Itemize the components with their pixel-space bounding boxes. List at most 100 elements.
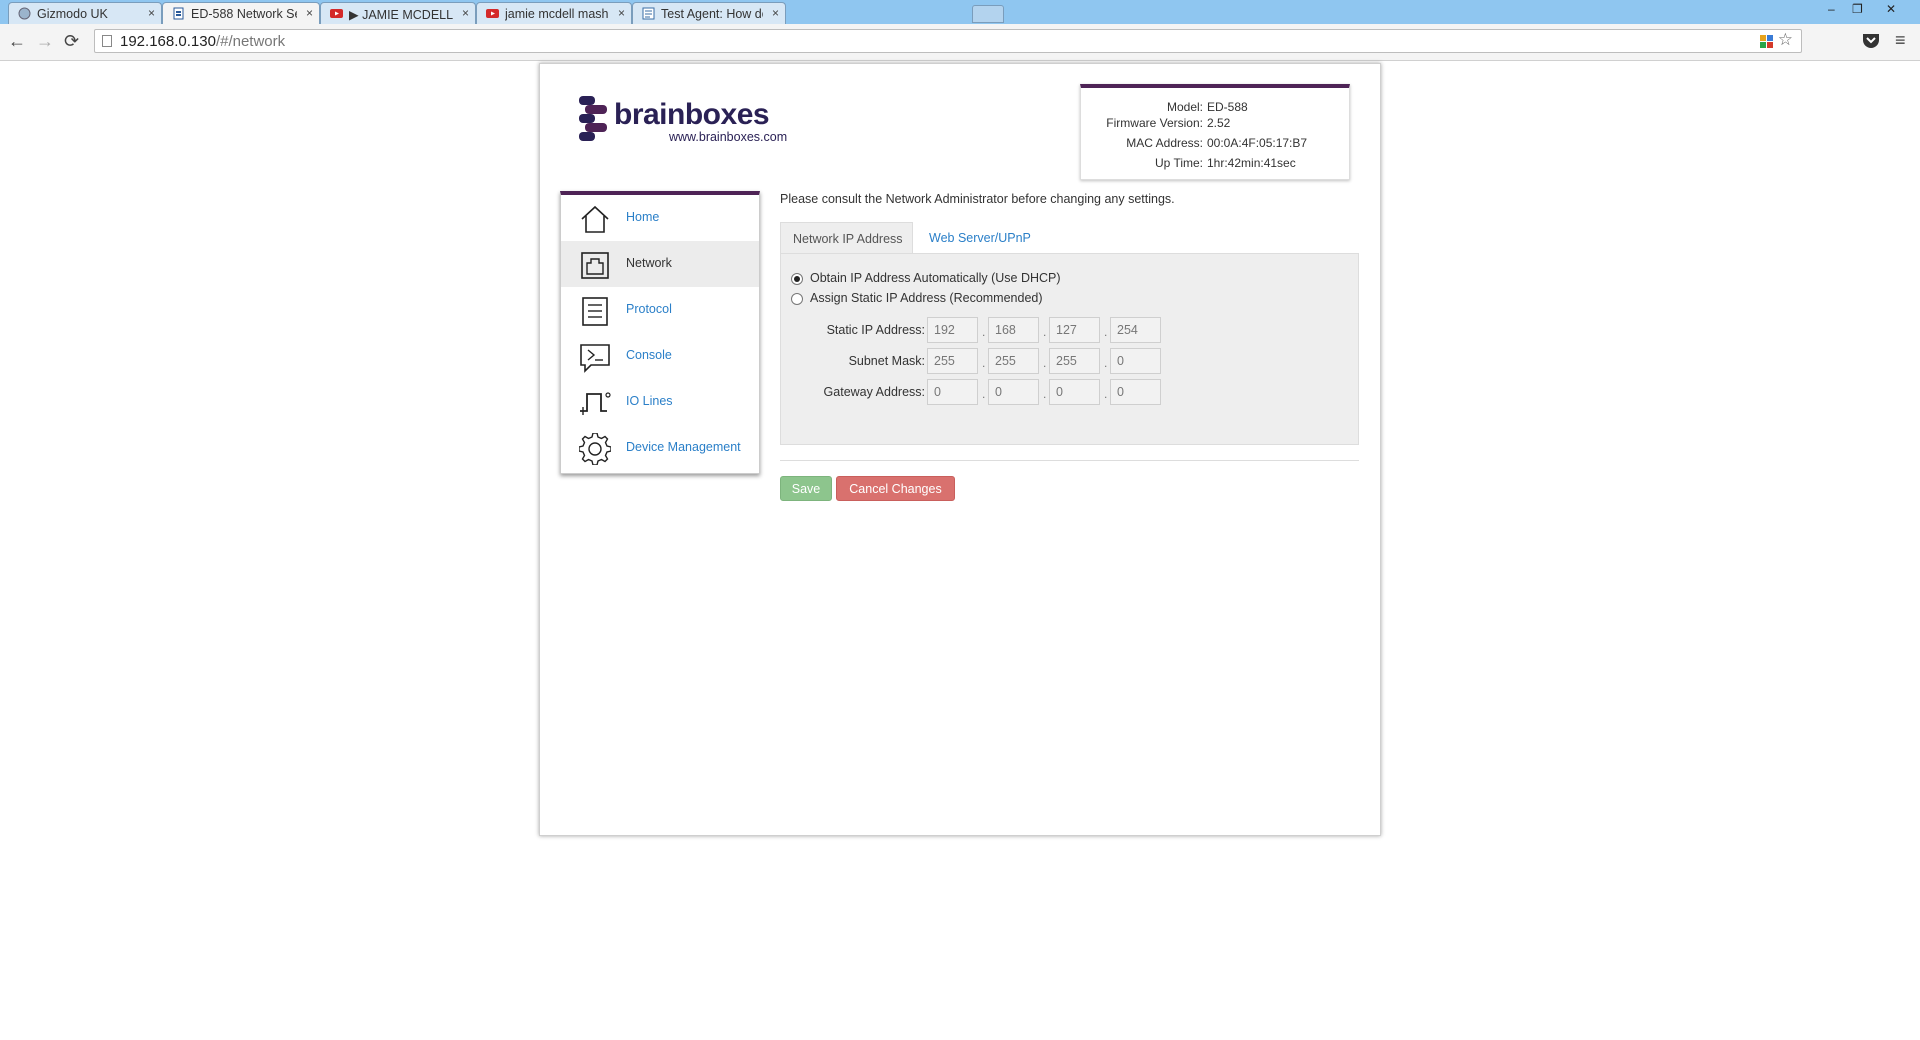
gizmodo-favicon	[18, 7, 31, 20]
browser-tab-youtube-2[interactable]: jamie mcdell mashup - Yc ×	[476, 2, 632, 24]
cancel-changes-button[interactable]: Cancel Changes	[836, 476, 955, 501]
static-ip-octet-2[interactable]	[988, 317, 1039, 343]
tab-close-icon[interactable]: ×	[462, 6, 469, 20]
browser-tab-title: jamie mcdell mashup - Yc	[505, 7, 609, 21]
subnet-octet-3[interactable]	[1049, 348, 1100, 374]
tab-close-icon[interactable]: ×	[306, 6, 313, 20]
browser-tab-test-agent[interactable]: Test Agent: How do not g ×	[632, 2, 786, 24]
info-value: 2.52	[1207, 116, 1231, 130]
sidebar-item-io-lines[interactable]: IO Lines	[561, 379, 759, 425]
gateway-octet-1[interactable]	[927, 379, 978, 405]
pocket-icon[interactable]	[1862, 33, 1880, 49]
brainboxes-logo: brainboxes www.brainboxes.com	[577, 96, 807, 146]
info-value: 00:0A:4F:05:17:B7	[1207, 136, 1308, 150]
info-label: MAC Address:	[1126, 136, 1203, 150]
sidebar-item-label: Home	[626, 210, 660, 224]
logo-wordmark: brainboxes	[614, 98, 770, 131]
tab-close-icon[interactable]: ×	[772, 6, 779, 20]
page-frame: brainboxes www.brainboxes.com Model: ED-…	[539, 63, 1381, 836]
browser-tab-gizmodo[interactable]: Gizmodo UK ×	[8, 2, 162, 24]
device-info-panel: Model: ED-588 Firmware Version: 2.52 MAC…	[1080, 84, 1350, 180]
gateway-octet-3[interactable]	[1049, 379, 1100, 405]
dhcp-radio[interactable]	[791, 273, 803, 285]
extension-icon[interactable]	[1760, 35, 1773, 48]
octet-separator: .	[1104, 325, 1108, 339]
sidebar-item-label: Console	[626, 348, 672, 362]
static-radio[interactable]	[791, 293, 803, 305]
octet-separator: .	[982, 325, 986, 339]
octet-separator: .	[1104, 387, 1108, 401]
divider	[780, 460, 1359, 461]
sidebar-nav: Home Network Protocol Console IO Lines D…	[560, 191, 760, 474]
browser-tab-title: ▶ JAMIE MCDELL - 1D, Ta	[349, 8, 453, 22]
home-icon	[581, 205, 609, 233]
minimize-icon[interactable]: –	[1828, 2, 1835, 16]
new-tab-button[interactable]	[972, 5, 1004, 23]
subnet-octet-4[interactable]	[1110, 348, 1161, 374]
info-row-uptime: Up Time: 1hr:42min:41sec	[1081, 156, 1351, 174]
info-value: ED-588	[1207, 100, 1248, 114]
octet-separator: .	[982, 387, 986, 401]
browser-tab-bar: Gizmodo UK × ED-588 Network Settings × ▶…	[0, 0, 1920, 25]
close-window-icon[interactable]: ✕	[1886, 2, 1896, 16]
subnet-mask-label: Subnet Mask:	[848, 354, 925, 368]
subnet-octet-1[interactable]	[927, 348, 978, 374]
forward-icon[interactable]: →	[36, 31, 54, 52]
sidebar-item-label: IO Lines	[626, 394, 673, 408]
info-row-mac: MAC Address: 00:0A:4F:05:17:B7	[1081, 136, 1351, 154]
sidebar-item-label: Device Management	[626, 440, 741, 454]
info-row-firmware: Firmware Version: 2.52	[1081, 116, 1351, 134]
browser-tab-title: Gizmodo UK	[37, 7, 108, 21]
octet-separator: .	[1043, 387, 1047, 401]
document-favicon	[642, 7, 655, 20]
menu-icon[interactable]: ≡	[1895, 30, 1906, 51]
gear-icon	[579, 433, 611, 465]
static-ip-label: Static IP Address:	[826, 323, 925, 337]
static-ip-octet-3[interactable]	[1049, 317, 1100, 343]
info-label: Model:	[1166, 100, 1203, 114]
gateway-label: Gateway Address:	[823, 385, 925, 399]
sidebar-item-protocol[interactable]: Protocol	[561, 287, 759, 333]
gateway-octet-4[interactable]	[1110, 379, 1161, 405]
gateway-octet-2[interactable]	[988, 379, 1039, 405]
sidebar-item-home[interactable]: Home	[561, 195, 759, 241]
page-icon	[102, 35, 112, 47]
tab-network-ip-address[interactable]: Network IP Address	[780, 222, 913, 254]
static-ip-octet-1[interactable]	[927, 317, 978, 343]
octet-separator: .	[1043, 356, 1047, 370]
io-lines-icon	[580, 392, 611, 415]
bookmark-star-icon[interactable]: ☆	[1778, 30, 1793, 50]
sidebar-item-label: Network	[626, 256, 672, 270]
console-icon	[580, 344, 610, 373]
tab-close-icon[interactable]: ×	[618, 6, 625, 20]
browser-tab-title: Test Agent: How do not g	[661, 7, 763, 21]
octet-separator: .	[982, 356, 986, 370]
tab-close-icon[interactable]: ×	[148, 6, 155, 20]
address-bar[interactable]: 192.168.0.130/#/network ☆	[94, 29, 1802, 53]
network-ip-panel: Obtain IP Address Automatically (Use DHC…	[780, 253, 1359, 445]
protocol-icon	[582, 297, 608, 326]
back-icon[interactable]: ←	[8, 31, 26, 52]
admin-notice: Please consult the Network Administrator…	[780, 192, 1175, 206]
info-label: Up Time:	[1154, 156, 1203, 170]
browser-tab-ed588[interactable]: ED-588 Network Settings ×	[162, 2, 320, 25]
sidebar-item-device-management[interactable]: Device Management	[561, 425, 759, 471]
sidebar-item-network[interactable]: Network	[561, 241, 759, 287]
youtube-favicon	[330, 9, 343, 18]
browser-tab-youtube-1[interactable]: ▶ JAMIE MCDELL - 1D, Ta ×	[320, 2, 476, 24]
static-ip-octet-4[interactable]	[1110, 317, 1161, 343]
subnet-octet-2[interactable]	[988, 348, 1039, 374]
save-button[interactable]: Save	[780, 476, 832, 501]
restore-icon[interactable]: ❐	[1852, 2, 1863, 16]
url-text: 192.168.0.130/#/network	[120, 33, 286, 50]
gateway-row: Gateway Address: . . .	[781, 379, 1360, 407]
info-value: 1hr:42min:41sec	[1207, 156, 1296, 170]
subnet-mask-row: Subnet Mask: . . .	[781, 348, 1360, 376]
reload-icon[interactable]: ⟳	[64, 31, 79, 52]
tab-web-server-upnp[interactable]: Web Server/UPnP	[917, 222, 1043, 254]
sidebar-item-label: Protocol	[626, 302, 672, 316]
youtube-favicon	[486, 9, 499, 18]
static-ip-row: Static IP Address: . . .	[781, 317, 1360, 345]
sidebar-item-console[interactable]: Console	[561, 333, 759, 379]
dhcp-label: Obtain IP Address Automatically (Use DHC…	[810, 271, 1061, 285]
